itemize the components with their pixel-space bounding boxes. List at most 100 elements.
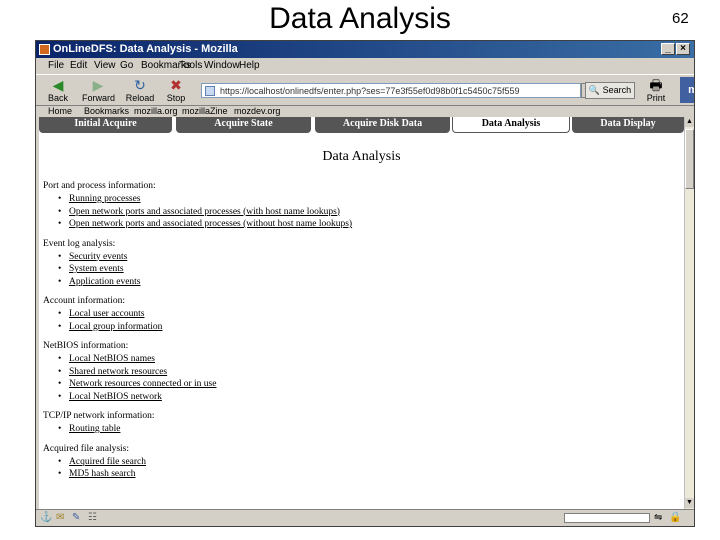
tab-data-display[interactable]: Data Display xyxy=(572,117,684,133)
menu-view[interactable]: View xyxy=(94,58,116,74)
tab-data-analysis[interactable]: Data Analysis xyxy=(452,117,570,133)
section-title: NetBIOS information: xyxy=(43,341,129,351)
section-title: TCP/IP network information: xyxy=(43,411,155,421)
minimize-button[interactable]: _ xyxy=(661,43,675,55)
mozilla-logo: m xyxy=(680,77,694,103)
link-acquired-file-search[interactable]: Acquired file search xyxy=(69,457,146,467)
status-bar: ⚓ ✉ ✎ ☷ ⇋ 🔒 xyxy=(36,509,694,526)
link-local-netbios-names[interactable]: Local NetBIOS names xyxy=(69,354,155,364)
link-network-resources-in-use[interactable]: Network resources connected or in use xyxy=(69,379,216,389)
section-links: Security events System events Applicatio… xyxy=(43,251,643,289)
window-title: OnLineDFS: Data Analysis - Mozilla xyxy=(53,43,238,55)
list-item: Application events xyxy=(43,276,643,289)
bookmark-mozdev[interactable]: mozdev.org xyxy=(234,105,280,117)
section-links: Local NetBIOS names Shared network resou… xyxy=(43,353,643,403)
menu-bar: File Edit View Go Bookmarks Tools Window… xyxy=(36,58,694,74)
link-security-events[interactable]: Security events xyxy=(69,252,127,262)
menu-tools[interactable]: Tools xyxy=(179,58,202,74)
bookmark-bookmarks[interactable]: Bookmarks xyxy=(84,105,129,117)
list-item: Running processes xyxy=(43,193,643,206)
printer-icon: 🖶 xyxy=(649,77,663,93)
slide-title: Data Analysis xyxy=(269,2,451,35)
search-icon: 🔍 xyxy=(588,85,601,95)
section-links: Running processes Open network ports and… xyxy=(43,193,643,231)
reload-button[interactable]: ↻ Reload xyxy=(124,77,156,105)
link-local-user-accounts[interactable]: Local user accounts xyxy=(69,309,144,319)
page-content: Initial Acquire Acquire State Acquire Di… xyxy=(39,117,684,509)
list-item: Shared network resources xyxy=(43,366,643,379)
bookmark-mozilla-org[interactable]: mozilla.org xyxy=(134,105,178,117)
url-field[interactable]: https://localhost/onlinedfs/enter.php?se… xyxy=(201,83,581,98)
browser-window: OnLineDFS: Data Analysis - Mozilla _ × F… xyxy=(35,40,695,527)
stop-icon: ✖ xyxy=(170,77,182,93)
forward-button[interactable]: ▶ Forward xyxy=(82,77,115,105)
stop-button[interactable]: ✖ Stop xyxy=(160,77,192,105)
tab-bar: Initial Acquire Acquire State Acquire Di… xyxy=(39,117,684,135)
link-shared-network-resources[interactable]: Shared network resources xyxy=(69,367,167,377)
list-item: Acquired file search xyxy=(43,456,643,469)
link-open-ports-without-lookups[interactable]: Open network ports and associated proces… xyxy=(69,219,352,229)
personal-toolbar: Home Bookmarks mozilla.org mozillaZine m… xyxy=(36,105,694,117)
link-md5-hash-search[interactable]: MD5 hash search xyxy=(69,469,135,479)
section-title: Acquired file analysis: xyxy=(43,443,130,454)
page-heading: Data Analysis xyxy=(322,149,401,164)
link-system-events[interactable]: System events xyxy=(69,264,124,274)
link-open-ports-with-lookups[interactable]: Open network ports and associated proces… xyxy=(69,207,340,217)
mail-icon[interactable]: ✉ xyxy=(56,513,68,523)
list-item: Local NetBIOS network xyxy=(43,391,643,404)
tab-acquire-disk-data[interactable]: Acquire Disk Data xyxy=(315,117,450,133)
page-icon xyxy=(205,86,215,96)
list-item: Open network ports and associated proces… xyxy=(43,206,643,219)
list-item: System events xyxy=(43,263,643,276)
vertical-scrollbar[interactable]: ▲ ▼ xyxy=(684,117,694,509)
online-status-icon[interactable]: ⇋ xyxy=(654,513,666,523)
window-titlebar: OnLineDFS: Data Analysis - Mozilla _ × xyxy=(36,41,694,58)
link-local-group-information[interactable]: Local group information xyxy=(69,322,162,332)
section-links: Local user accounts Local group informat… xyxy=(43,308,643,333)
navigator-icon[interactable]: ⚓ xyxy=(40,513,52,523)
link-running-processes[interactable]: Running processes xyxy=(69,194,141,204)
section-links: Routing table xyxy=(43,423,643,436)
list-item: Routing table xyxy=(43,423,643,436)
scroll-down-icon[interactable]: ▼ xyxy=(685,498,694,508)
menu-window[interactable]: Window xyxy=(204,58,240,74)
analysis-sections: Port and process information: Running pr… xyxy=(43,180,643,488)
menu-help[interactable]: Help xyxy=(239,58,260,74)
link-application-events[interactable]: Application events xyxy=(69,277,141,287)
list-item: Local group information xyxy=(43,321,643,334)
mozilla-app-icon xyxy=(39,44,50,55)
reload-icon: ↻ xyxy=(134,77,146,93)
menu-file[interactable]: File xyxy=(48,58,64,74)
menu-go[interactable]: Go xyxy=(120,58,133,74)
tab-acquire-state[interactable]: Acquire State xyxy=(176,117,311,133)
scroll-up-icon[interactable]: ▲ xyxy=(685,117,694,127)
list-item: Network resources connected or in use xyxy=(43,378,643,391)
back-arrow-icon: ◀ xyxy=(52,77,64,93)
section-title: Event log analysis: xyxy=(43,238,116,249)
addressbook-icon[interactable]: ☷ xyxy=(88,513,100,523)
composer-icon[interactable]: ✎ xyxy=(72,513,84,523)
list-item: MD5 hash search xyxy=(43,468,643,481)
section-links: Acquired file search MD5 hash search xyxy=(43,456,643,481)
section-title: Port and process information: xyxy=(43,181,156,191)
link-routing-table[interactable]: Routing table xyxy=(69,424,120,434)
close-button[interactable]: × xyxy=(676,43,690,55)
section-title: Account information: xyxy=(43,296,126,306)
progress-bar xyxy=(564,513,650,523)
list-item: Local NetBIOS names xyxy=(43,353,643,366)
menu-edit[interactable]: Edit xyxy=(70,58,87,74)
search-button[interactable]: 🔍 Search xyxy=(585,82,635,99)
list-item: Open network ports and associated proces… xyxy=(43,218,643,231)
security-lock-icon[interactable]: 🔒 xyxy=(669,513,681,523)
tab-initial-acquire[interactable]: Initial Acquire xyxy=(39,117,172,133)
list-item: Security events xyxy=(43,251,643,264)
link-local-netbios-network[interactable]: Local NetBIOS network xyxy=(69,392,162,402)
bookmark-mozillazine[interactable]: mozillaZine xyxy=(182,105,228,117)
bookmark-home[interactable]: Home xyxy=(48,105,72,117)
slide-page-number: 62 xyxy=(672,10,689,27)
forward-arrow-icon: ▶ xyxy=(92,77,104,93)
back-button[interactable]: ◀ Back xyxy=(42,77,74,105)
print-button[interactable]: 🖶 Print xyxy=(640,77,672,105)
navigation-toolbar: ◀ Back ▶ Forward ↻ Reload ✖ Stop https:/… xyxy=(36,74,694,106)
scrollbar-thumb[interactable] xyxy=(685,129,694,189)
